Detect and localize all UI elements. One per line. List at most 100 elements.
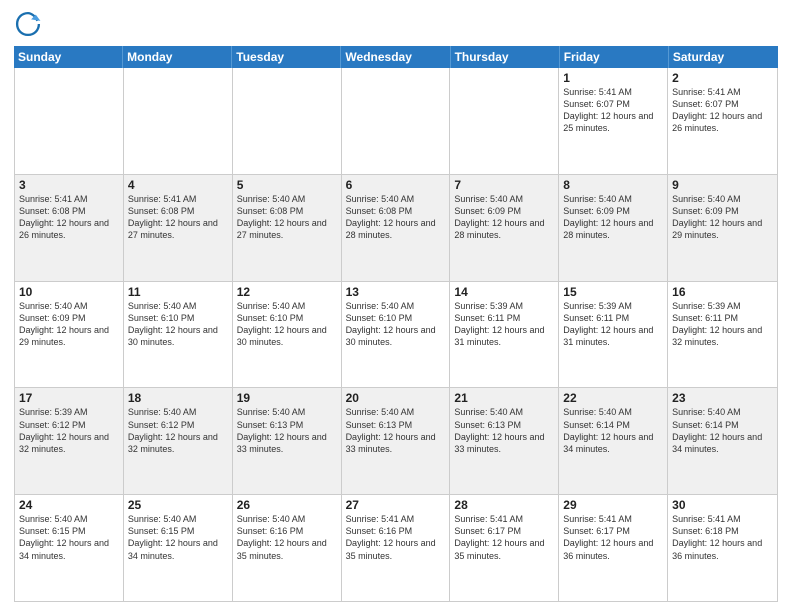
- cal-cell: 1Sunrise: 5:41 AM Sunset: 6:07 PM Daylig…: [559, 68, 668, 174]
- page: SundayMondayTuesdayWednesdayThursdayFrid…: [0, 0, 792, 612]
- day-number: 15: [563, 285, 663, 299]
- cell-info: Sunrise: 5:41 AM Sunset: 6:17 PM Dayligh…: [454, 513, 554, 562]
- day-number: 18: [128, 391, 228, 405]
- cal-cell: [124, 68, 233, 174]
- cal-cell: 26Sunrise: 5:40 AM Sunset: 6:16 PM Dayli…: [233, 495, 342, 601]
- cal-cell: 28Sunrise: 5:41 AM Sunset: 6:17 PM Dayli…: [450, 495, 559, 601]
- cal-cell: 18Sunrise: 5:40 AM Sunset: 6:12 PM Dayli…: [124, 388, 233, 494]
- cell-info: Sunrise: 5:40 AM Sunset: 6:10 PM Dayligh…: [346, 300, 446, 349]
- cell-info: Sunrise: 5:39 AM Sunset: 6:11 PM Dayligh…: [563, 300, 663, 349]
- cell-info: Sunrise: 5:41 AM Sunset: 6:16 PM Dayligh…: [346, 513, 446, 562]
- cal-header-cell-thursday: Thursday: [451, 46, 560, 68]
- day-number: 22: [563, 391, 663, 405]
- cal-header: SundayMondayTuesdayWednesdayThursdayFrid…: [14, 46, 778, 68]
- cell-info: Sunrise: 5:40 AM Sunset: 6:12 PM Dayligh…: [128, 406, 228, 455]
- day-number: 28: [454, 498, 554, 512]
- cal-header-cell-monday: Monday: [123, 46, 232, 68]
- cal-cell: 3Sunrise: 5:41 AM Sunset: 6:08 PM Daylig…: [15, 175, 124, 281]
- cell-info: Sunrise: 5:41 AM Sunset: 6:07 PM Dayligh…: [563, 86, 663, 135]
- day-number: 26: [237, 498, 337, 512]
- day-number: 30: [672, 498, 773, 512]
- cal-header-cell-tuesday: Tuesday: [232, 46, 341, 68]
- cal-cell: 7Sunrise: 5:40 AM Sunset: 6:09 PM Daylig…: [450, 175, 559, 281]
- day-number: 1: [563, 71, 663, 85]
- cell-info: Sunrise: 5:40 AM Sunset: 6:10 PM Dayligh…: [128, 300, 228, 349]
- day-number: 9: [672, 178, 773, 192]
- day-number: 20: [346, 391, 446, 405]
- cal-cell: 20Sunrise: 5:40 AM Sunset: 6:13 PM Dayli…: [342, 388, 451, 494]
- cal-cell: 30Sunrise: 5:41 AM Sunset: 6:18 PM Dayli…: [668, 495, 777, 601]
- cal-cell: 25Sunrise: 5:40 AM Sunset: 6:15 PM Dayli…: [124, 495, 233, 601]
- calendar: SundayMondayTuesdayWednesdayThursdayFrid…: [14, 46, 778, 602]
- cal-cell: [450, 68, 559, 174]
- cal-cell: 10Sunrise: 5:40 AM Sunset: 6:09 PM Dayli…: [15, 282, 124, 388]
- cal-cell: 5Sunrise: 5:40 AM Sunset: 6:08 PM Daylig…: [233, 175, 342, 281]
- cal-header-cell-saturday: Saturday: [669, 46, 778, 68]
- logo: [14, 10, 46, 38]
- cal-grid: 1Sunrise: 5:41 AM Sunset: 6:07 PM Daylig…: [14, 68, 778, 602]
- day-number: 16: [672, 285, 773, 299]
- cal-cell: 29Sunrise: 5:41 AM Sunset: 6:17 PM Dayli…: [559, 495, 668, 601]
- cal-cell: 15Sunrise: 5:39 AM Sunset: 6:11 PM Dayli…: [559, 282, 668, 388]
- logo-icon: [14, 10, 42, 38]
- cell-info: Sunrise: 5:40 AM Sunset: 6:14 PM Dayligh…: [563, 406, 663, 455]
- cal-cell: 23Sunrise: 5:40 AM Sunset: 6:14 PM Dayli…: [668, 388, 777, 494]
- day-number: 14: [454, 285, 554, 299]
- cal-row-3: 17Sunrise: 5:39 AM Sunset: 6:12 PM Dayli…: [15, 388, 777, 495]
- cal-cell: 14Sunrise: 5:39 AM Sunset: 6:11 PM Dayli…: [450, 282, 559, 388]
- cell-info: Sunrise: 5:39 AM Sunset: 6:11 PM Dayligh…: [454, 300, 554, 349]
- day-number: 12: [237, 285, 337, 299]
- cal-row-2: 10Sunrise: 5:40 AM Sunset: 6:09 PM Dayli…: [15, 282, 777, 389]
- cell-info: Sunrise: 5:40 AM Sunset: 6:08 PM Dayligh…: [237, 193, 337, 242]
- day-number: 5: [237, 178, 337, 192]
- cal-row-1: 3Sunrise: 5:41 AM Sunset: 6:08 PM Daylig…: [15, 175, 777, 282]
- cal-cell: 9Sunrise: 5:40 AM Sunset: 6:09 PM Daylig…: [668, 175, 777, 281]
- day-number: 17: [19, 391, 119, 405]
- cell-info: Sunrise: 5:41 AM Sunset: 6:08 PM Dayligh…: [128, 193, 228, 242]
- cell-info: Sunrise: 5:41 AM Sunset: 6:17 PM Dayligh…: [563, 513, 663, 562]
- header: [14, 10, 778, 38]
- cal-cell: 12Sunrise: 5:40 AM Sunset: 6:10 PM Dayli…: [233, 282, 342, 388]
- cal-header-cell-wednesday: Wednesday: [341, 46, 450, 68]
- day-number: 4: [128, 178, 228, 192]
- day-number: 25: [128, 498, 228, 512]
- cal-cell: 22Sunrise: 5:40 AM Sunset: 6:14 PM Dayli…: [559, 388, 668, 494]
- cell-info: Sunrise: 5:40 AM Sunset: 6:09 PM Dayligh…: [19, 300, 119, 349]
- cell-info: Sunrise: 5:40 AM Sunset: 6:16 PM Dayligh…: [237, 513, 337, 562]
- day-number: 19: [237, 391, 337, 405]
- cal-header-cell-sunday: Sunday: [14, 46, 123, 68]
- day-number: 27: [346, 498, 446, 512]
- cal-cell: 6Sunrise: 5:40 AM Sunset: 6:08 PM Daylig…: [342, 175, 451, 281]
- cal-cell: 24Sunrise: 5:40 AM Sunset: 6:15 PM Dayli…: [15, 495, 124, 601]
- cal-cell: 8Sunrise: 5:40 AM Sunset: 6:09 PM Daylig…: [559, 175, 668, 281]
- cal-cell: 19Sunrise: 5:40 AM Sunset: 6:13 PM Dayli…: [233, 388, 342, 494]
- day-number: 8: [563, 178, 663, 192]
- cell-info: Sunrise: 5:40 AM Sunset: 6:13 PM Dayligh…: [454, 406, 554, 455]
- cell-info: Sunrise: 5:40 AM Sunset: 6:13 PM Dayligh…: [346, 406, 446, 455]
- cal-cell: 16Sunrise: 5:39 AM Sunset: 6:11 PM Dayli…: [668, 282, 777, 388]
- cal-cell: [342, 68, 451, 174]
- cal-cell: 4Sunrise: 5:41 AM Sunset: 6:08 PM Daylig…: [124, 175, 233, 281]
- cell-info: Sunrise: 5:39 AM Sunset: 6:12 PM Dayligh…: [19, 406, 119, 455]
- cell-info: Sunrise: 5:40 AM Sunset: 6:15 PM Dayligh…: [19, 513, 119, 562]
- day-number: 11: [128, 285, 228, 299]
- cell-info: Sunrise: 5:40 AM Sunset: 6:13 PM Dayligh…: [237, 406, 337, 455]
- cal-cell: [15, 68, 124, 174]
- cell-info: Sunrise: 5:40 AM Sunset: 6:10 PM Dayligh…: [237, 300, 337, 349]
- cal-row-4: 24Sunrise: 5:40 AM Sunset: 6:15 PM Dayli…: [15, 495, 777, 601]
- cell-info: Sunrise: 5:40 AM Sunset: 6:14 PM Dayligh…: [672, 406, 773, 455]
- cal-cell: 11Sunrise: 5:40 AM Sunset: 6:10 PM Dayli…: [124, 282, 233, 388]
- day-number: 2: [672, 71, 773, 85]
- cell-info: Sunrise: 5:40 AM Sunset: 6:08 PM Dayligh…: [346, 193, 446, 242]
- cell-info: Sunrise: 5:39 AM Sunset: 6:11 PM Dayligh…: [672, 300, 773, 349]
- cal-cell: 2Sunrise: 5:41 AM Sunset: 6:07 PM Daylig…: [668, 68, 777, 174]
- day-number: 10: [19, 285, 119, 299]
- cell-info: Sunrise: 5:40 AM Sunset: 6:09 PM Dayligh…: [672, 193, 773, 242]
- cal-cell: 13Sunrise: 5:40 AM Sunset: 6:10 PM Dayli…: [342, 282, 451, 388]
- day-number: 29: [563, 498, 663, 512]
- day-number: 13: [346, 285, 446, 299]
- cell-info: Sunrise: 5:40 AM Sunset: 6:09 PM Dayligh…: [454, 193, 554, 242]
- day-number: 23: [672, 391, 773, 405]
- cell-info: Sunrise: 5:41 AM Sunset: 6:08 PM Dayligh…: [19, 193, 119, 242]
- cal-cell: [233, 68, 342, 174]
